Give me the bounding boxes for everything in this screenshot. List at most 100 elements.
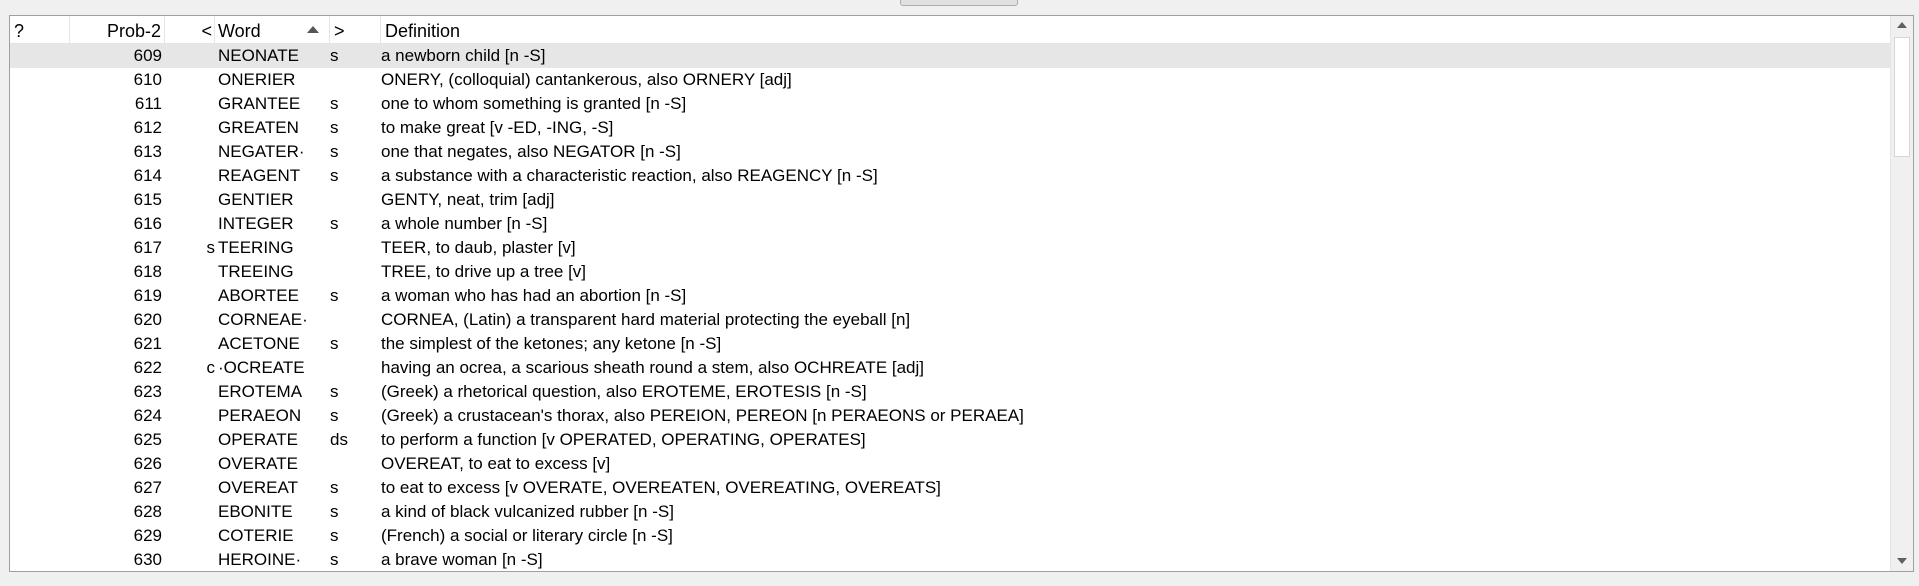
table-row[interactable]: 610 ONERIER ONERY, (colloquial) cantankero… xyxy=(10,68,1890,92)
cell-probability: 615 xyxy=(133,190,162,209)
sort-ascending-icon xyxy=(307,26,319,33)
cell-probability: 627 xyxy=(133,478,162,497)
table-row[interactable]: 616 INTEGER s a whole number [n -S] xyxy=(10,212,1890,236)
cell-left-hooks xyxy=(165,284,215,308)
cell-right-hooks: s xyxy=(330,526,339,545)
cell-right-hooks: s xyxy=(330,94,339,113)
cell-right-hooks: s xyxy=(330,286,339,305)
column-header-prob2[interactable]: Prob-2 xyxy=(70,16,165,44)
cell-left-hooks xyxy=(165,68,215,92)
table-row[interactable]: 619 ABORTEE s a woman who has had an aborti… xyxy=(10,284,1890,308)
table-row[interactable]: 612 GREATEN s to make great [v -ED, -ING, -… xyxy=(10,116,1890,140)
table-row[interactable]: 625 OPERATE ds to perform a function [v OPE… xyxy=(10,428,1890,452)
cell-probability: 626 xyxy=(133,454,162,473)
scroll-up-button[interactable] xyxy=(1891,16,1913,36)
cell-definition: to eat to excess [v OVERATE, OVEREATEN, … xyxy=(381,478,941,497)
cell-probability: 628 xyxy=(133,502,162,521)
cell-right-hooks: s xyxy=(330,118,339,137)
cell-word: HEROINE· xyxy=(218,550,302,569)
cell-definition: one to whom something is granted [n -S] xyxy=(381,94,687,113)
cell-word: ·OCREATE xyxy=(218,358,305,377)
cell-left-hooks xyxy=(165,116,215,140)
cell-right-hooks xyxy=(330,452,380,476)
cell-word: ONERIER xyxy=(218,70,296,89)
cell-probability: 620 xyxy=(133,310,162,329)
cell-left-hooks xyxy=(165,260,215,284)
table-row[interactable]: 615 GENTIER GENTY, neat, trim [adj] xyxy=(10,188,1890,212)
cell-probability: 611 xyxy=(134,94,162,113)
cell-left-hooks xyxy=(165,92,215,116)
cell-definition: (French) a social or literary circle [n … xyxy=(381,526,673,545)
cell-definition: a whole number [n -S] xyxy=(381,214,548,233)
cell-definition: CORNEA, (Latin) a transparent hard mater… xyxy=(381,310,911,329)
table-row[interactable]: 626 OVERATE OVEREAT, to eat to excess [v] xyxy=(10,452,1890,476)
cell-probability: 614 xyxy=(133,166,162,185)
cell-definition: a brave woman [n -S] xyxy=(381,550,543,569)
table-row[interactable]: 621 ACETONE s the simplest of the ketones; … xyxy=(10,332,1890,356)
vertical-scrollbar[interactable] xyxy=(1890,16,1913,571)
table-row[interactable]: 609 NEONATE s a newborn child [n -S] xyxy=(10,44,1890,68)
cell-left-hooks xyxy=(165,212,215,236)
table-row[interactable]: 618 TREEING TREE, to drive up a tree [v] xyxy=(10,260,1890,284)
cell-left-hooks xyxy=(165,308,215,332)
cell-word: REAGENT xyxy=(218,166,301,185)
scroll-thumb[interactable] xyxy=(1894,37,1910,157)
column-header-word[interactable]: Word xyxy=(215,16,330,44)
cell-definition: TEER, to daub, plaster [v] xyxy=(381,238,576,257)
cell-right-hooks: s xyxy=(330,382,339,401)
table-row[interactable]: 622 c ·OCREATE having an ocrea, a scarious … xyxy=(10,356,1890,380)
cell-definition: a kind of black vulcanized rubber [n -S] xyxy=(381,502,674,521)
cell-definition: having an ocrea, a scarious sheath round… xyxy=(381,358,925,377)
table-row[interactable]: 624 PERAEON s (Greek) a crustacean's thorax… xyxy=(10,404,1890,428)
table-row[interactable]: 617 s TEERING TEER, to daub, plaster [v] xyxy=(10,236,1890,260)
cell-right-hooks xyxy=(330,188,380,212)
arrow-up-icon xyxy=(1897,22,1907,28)
cell-probability: 624 xyxy=(133,406,162,425)
table-row[interactable]: 629 COTERIE s (French) a social or literary… xyxy=(10,524,1890,548)
column-header-left-hooks[interactable]: < xyxy=(165,16,215,44)
cell-probability: 612 xyxy=(133,118,162,137)
table-row[interactable]: 628 EBONITE s a kind of black vulcanized ru… xyxy=(10,500,1890,524)
cell-definition: (Greek) a rhetorical question, also EROT… xyxy=(381,382,867,401)
cell-word: GREATEN xyxy=(218,118,299,137)
column-header-definition[interactable]: Definition xyxy=(381,16,1890,44)
cell-probability: 610 xyxy=(133,70,162,89)
table-row[interactable]: 627 OVEREAT s to eat to excess [v OVERATE, … xyxy=(10,476,1890,500)
table-row[interactable]: 620 CORNEAE· CORNEA, (Latin) a transparent… xyxy=(10,308,1890,332)
cell-word: GRANTEE xyxy=(218,94,301,113)
cell-word: COTERIE xyxy=(218,526,294,545)
cell-definition: the simplest of the ketones; any ketone … xyxy=(381,334,722,353)
cell-word: NEGATER· xyxy=(218,142,305,161)
cell-definition: a woman who has had an abortion [n -S] xyxy=(381,286,687,305)
cell-right-hooks: s xyxy=(330,142,339,161)
cell-right-hooks: s xyxy=(330,550,339,569)
cell-word: OVERATE xyxy=(218,454,298,473)
table-header: ? Prob-2 < Word > Definition xyxy=(10,16,1890,44)
cell-left-hooks xyxy=(165,332,215,356)
cell-right-hooks xyxy=(330,356,380,380)
table-row[interactable]: 614 REAGENT s a substance with a characteri… xyxy=(10,164,1890,188)
cell-word: OPERATE xyxy=(218,430,298,449)
cell-right-hooks: s xyxy=(330,502,339,521)
top-button-stub[interactable] xyxy=(900,0,1018,6)
table-row[interactable]: 630 HEROINE· s a brave woman [n -S] xyxy=(10,548,1890,571)
word-list-table: ? Prob-2 < Word > Definition 609 NEONATE s… xyxy=(9,15,1914,572)
cell-right-hooks: ds xyxy=(330,430,348,449)
bottom-strip xyxy=(0,576,1919,586)
scroll-down-button[interactable] xyxy=(1891,551,1913,571)
table-row[interactable]: 623 EROTEMA s (Greek) a rhetorical question… xyxy=(10,380,1890,404)
cell-left-hooks xyxy=(165,140,215,164)
cell-left-hooks xyxy=(165,44,215,68)
cell-right-hooks: s xyxy=(330,46,339,65)
cell-probability: 609 xyxy=(133,46,162,65)
table-row[interactable]: 613 NEGATER· s one that negates, also NEGAT… xyxy=(10,140,1890,164)
cell-right-hooks xyxy=(330,260,380,284)
cell-right-hooks: s xyxy=(330,478,339,497)
cell-definition: a substance with a characteristic reacti… xyxy=(381,166,878,185)
column-header-probe[interactable]: ? xyxy=(10,16,70,44)
cell-right-hooks xyxy=(330,308,380,332)
cell-probability: 625 xyxy=(133,430,162,449)
cell-definition: to make great [v -ED, -ING, -S] xyxy=(381,118,614,137)
table-row[interactable]: 611 GRANTEE s one to whom something is gran… xyxy=(10,92,1890,116)
column-header-right-hooks[interactable]: > xyxy=(330,16,381,44)
